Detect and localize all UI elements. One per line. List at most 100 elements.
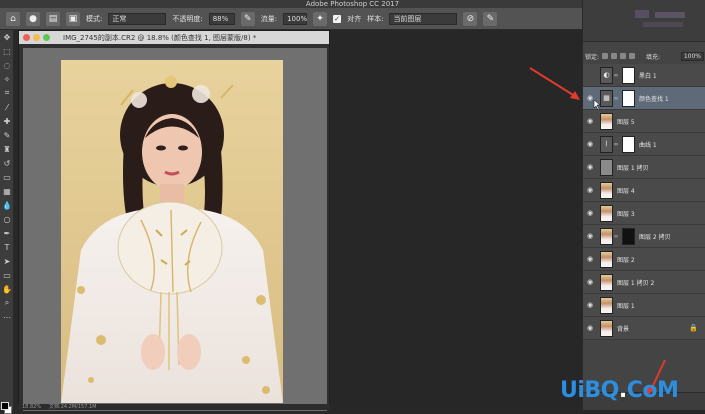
visibility-eye-icon[interactable]: ◉: [583, 255, 597, 263]
layer-name[interactable]: 图层 5: [617, 117, 635, 126]
eyedropper-tool-icon[interactable]: ⁄: [0, 100, 14, 114]
more-tools-icon[interactable]: ⋯: [0, 310, 14, 324]
ignore-adjustment-icon[interactable]: ⊘: [463, 11, 478, 26]
visibility-eye-icon[interactable]: ◉: [583, 324, 597, 332]
layer-row[interactable]: ◉ ∞ 图层 2 拷贝: [583, 225, 705, 248]
layer-row[interactable]: ◉ 图层 2: [583, 248, 705, 271]
dodge-tool-icon[interactable]: ○: [0, 212, 14, 226]
layer-row[interactable]: ◉ 图层 1 拷贝 2: [583, 271, 705, 294]
layer-name[interactable]: 图层 1: [617, 301, 635, 310]
layer-name[interactable]: 图层 2 拷贝: [639, 232, 671, 241]
pressure-size-icon[interactable]: ✎: [483, 11, 498, 26]
lock-artboard-icon[interactable]: [620, 53, 627, 59]
layer-row[interactable]: ◉ 图层 1 拷贝: [583, 156, 705, 179]
move-tool-icon[interactable]: ✥: [0, 30, 14, 44]
brush-preset-icon[interactable]: ●: [26, 11, 40, 26]
layer-row[interactable]: ◉ ⌇ ∞ 曲线 1: [583, 133, 705, 156]
shape-tool-icon[interactable]: ▭: [0, 268, 14, 282]
mask-link-icon[interactable]: ∞: [613, 141, 619, 148]
pen-tool-icon[interactable]: ✒: [0, 226, 14, 240]
mask-link-icon[interactable]: ∞: [613, 233, 619, 240]
photo-image[interactable]: [61, 60, 283, 403]
layer-thumbnail[interactable]: [600, 227, 613, 245]
layer-thumbnail[interactable]: [600, 158, 613, 176]
lock-pixels-icon[interactable]: [602, 53, 609, 59]
visibility-eye-icon[interactable]: ◉: [583, 301, 597, 309]
layer-name[interactable]: 背景: [617, 324, 629, 333]
visibility-eye-icon[interactable]: ◉: [583, 209, 597, 217]
maximize-window-icon[interactable]: [43, 34, 50, 41]
aligned-checkbox[interactable]: ✓: [333, 14, 342, 23]
close-window-icon[interactable]: [23, 34, 30, 41]
canvas-area[interactable]: [23, 48, 327, 411]
layer-row[interactable]: ◉ 图层 5: [583, 110, 705, 133]
document-tab[interactable]: IMG_2745的副本.CR2 @ 18.8% (颜色查找 1, 图层蒙版/8)…: [19, 31, 329, 44]
layer-mask-thumbnail[interactable]: [622, 227, 635, 245]
layer-row[interactable]: ◐ ∞ 黑白 1: [583, 64, 705, 87]
clone-stamp-tool-icon[interactable]: ⌂: [6, 11, 20, 26]
layer-name[interactable]: 图层 1 拷贝 2: [617, 278, 654, 287]
layer-name[interactable]: 曲线 1: [639, 140, 657, 149]
layer-thumbnail[interactable]: [600, 112, 613, 130]
quick-select-tool-icon[interactable]: ✧: [0, 72, 14, 86]
eraser-tool-icon[interactable]: ▭: [0, 170, 14, 184]
layer-name[interactable]: 图层 4: [617, 186, 635, 195]
layer-row[interactable]: ◉ 图层 4: [583, 179, 705, 202]
layer-name[interactable]: 图层 1 拷贝: [617, 163, 649, 172]
lock-all-icon[interactable]: [629, 53, 636, 59]
history-brush-icon[interactable]: ↺: [0, 156, 14, 170]
brush-tool-icon[interactable]: ✎: [0, 128, 14, 142]
sample-select[interactable]: 当前图层: [389, 12, 458, 25]
toggle-brush-panel-icon[interactable]: ▤: [46, 11, 60, 26]
blur-tool-icon[interactable]: 💧: [0, 198, 14, 212]
visibility-eye-icon[interactable]: ◉: [583, 117, 597, 125]
layer-thumbnail[interactable]: [600, 273, 613, 291]
visibility-eye-icon[interactable]: ◉: [583, 232, 597, 240]
mode-select[interactable]: 正常: [108, 12, 167, 25]
visibility-eye-icon[interactable]: ◉: [583, 278, 597, 286]
type-tool-icon[interactable]: T: [0, 240, 14, 254]
zoom-tool-icon[interactable]: ⌕: [0, 296, 14, 310]
flow-input[interactable]: 100%: [283, 12, 307, 25]
fill-input[interactable]: 100%: [680, 51, 704, 61]
layer-row[interactable]: ◉ ▦ ∞ 颜色查找 1: [583, 87, 705, 110]
marquee-tool-icon[interactable]: ⬚: [0, 44, 14, 58]
pressure-opacity-icon[interactable]: ✎: [240, 11, 255, 26]
layer-thumbnail[interactable]: ▦: [600, 89, 613, 107]
minimize-window-icon[interactable]: [33, 34, 40, 41]
layer-row[interactable]: ◉ 图层 3: [583, 202, 705, 225]
layer-name[interactable]: 图层 3: [617, 209, 635, 218]
zoom-level[interactable]: 18.82%: [22, 404, 41, 410]
layer-name[interactable]: 颜色查找 1: [639, 94, 669, 103]
visibility-eye-icon[interactable]: ◉: [583, 94, 597, 102]
layer-row[interactable]: ◉ 图层 1: [583, 294, 705, 317]
toggle-clone-source-icon[interactable]: ▣: [66, 11, 80, 26]
airbrush-icon[interactable]: ✦: [313, 11, 328, 26]
clone-stamp-icon[interactable]: ♜: [0, 142, 14, 156]
layer-mask-thumbnail[interactable]: [622, 66, 635, 84]
layer-name[interactable]: 图层 2: [617, 255, 635, 264]
gradient-tool-icon[interactable]: ▦: [0, 184, 14, 198]
foreground-color-swatch[interactable]: [1, 402, 9, 410]
layer-row[interactable]: ◉ 背景 🔒: [583, 317, 705, 340]
hand-tool-icon[interactable]: ✋: [0, 282, 14, 296]
opacity-input[interactable]: 88%: [208, 12, 235, 25]
crop-tool-icon[interactable]: ⌗: [0, 86, 14, 100]
layer-thumbnail[interactable]: [600, 296, 613, 314]
healing-brush-tool-icon[interactable]: ✚: [0, 114, 14, 128]
layer-thumbnail[interactable]: [600, 204, 613, 222]
lock-position-icon[interactable]: [611, 53, 618, 59]
layer-thumbnail[interactable]: [600, 319, 613, 337]
visibility-eye-icon[interactable]: ◉: [583, 186, 597, 194]
lasso-tool-icon[interactable]: ◌: [0, 58, 14, 72]
layer-thumbnail[interactable]: ◐: [600, 66, 613, 84]
layer-thumbnail[interactable]: [600, 181, 613, 199]
mask-link-icon[interactable]: ∞: [613, 95, 619, 102]
layer-mask-thumbnail[interactable]: [622, 89, 635, 107]
visibility-eye-icon[interactable]: ◉: [583, 140, 597, 148]
layer-thumbnail[interactable]: ⌇: [600, 135, 613, 153]
layer-mask-thumbnail[interactable]: [622, 135, 635, 153]
path-select-tool-icon[interactable]: ➤: [0, 254, 14, 268]
layer-name[interactable]: 黑白 1: [639, 71, 657, 80]
layer-thumbnail[interactable]: [600, 250, 613, 268]
